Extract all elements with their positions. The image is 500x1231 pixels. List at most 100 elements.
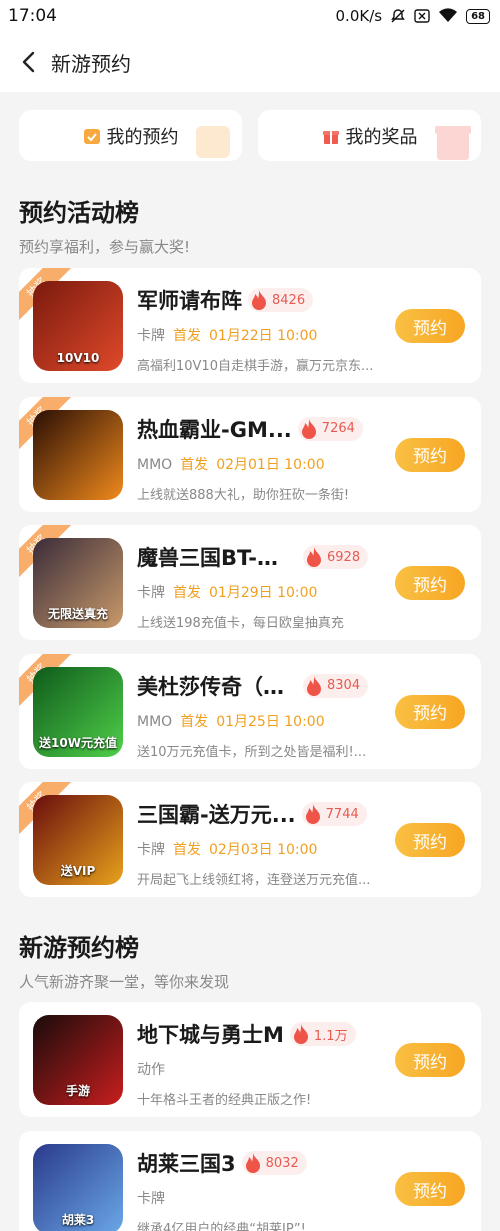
game-icon-label: 10V10 xyxy=(56,351,100,365)
game-name: 热血霸业-GM... xyxy=(137,417,292,442)
page-title: 新游预约 xyxy=(51,51,131,76)
hot-badge: 7744 xyxy=(301,802,367,826)
calendar-decoration-icon xyxy=(192,118,236,161)
flame-icon xyxy=(305,546,323,568)
launch-date: 01月29日 10:00 xyxy=(209,585,318,601)
game-category: 卡牌 xyxy=(137,842,165,858)
activity-subtitle: 预约享福利，参与赢大奖! xyxy=(19,238,191,256)
game-category: 卡牌 xyxy=(137,585,165,601)
launch-date: 02月03日 10:00 xyxy=(209,842,318,858)
game-name: 军师请布阵 xyxy=(137,289,242,313)
reserve-button[interactable]: 预约 xyxy=(395,823,465,857)
game-card: 抽奖送VIP三国霸-送万元...7744卡牌首发02月03日 10:00开局起飞… xyxy=(19,782,481,897)
first-launch-label: 首发 xyxy=(180,713,209,730)
activity-header: 预约活动榜 预约享福利，参与赢大奖! xyxy=(0,193,500,257)
flame-icon xyxy=(250,289,268,311)
hot-count: 8426 xyxy=(272,292,306,308)
reserve-button[interactable]: 预约 xyxy=(395,1172,465,1206)
hot-badge: 8032 xyxy=(241,1151,307,1175)
game-icon[interactable]: 手游 xyxy=(33,1015,123,1105)
name-row: 地下城与勇士M 1.1万 xyxy=(137,1019,381,1049)
mute-icon xyxy=(390,8,406,24)
first-launch-label: 首发 xyxy=(173,842,201,858)
game-name: 三国霸-送万元... xyxy=(137,803,296,827)
name-row: 热血霸业-GM... 7264 xyxy=(137,414,381,444)
hot-badge: 8426 xyxy=(248,288,314,312)
status-time: 17:04 xyxy=(8,6,57,26)
hot-count: 1.1万 xyxy=(313,1028,348,1044)
my-reservations-label: 我的预约 xyxy=(106,126,179,148)
reserve-button[interactable]: 预约 xyxy=(395,566,465,600)
status-icons: 0.0K/s 68 xyxy=(336,7,490,25)
nav-bar: 新游预约 xyxy=(0,32,500,92)
game-description: 十年格斗王者的经典正版之作! xyxy=(137,1093,312,1108)
hot-count: 6928 xyxy=(327,549,361,565)
reserve-button[interactable]: 预约 xyxy=(395,694,465,729)
game-info: 军师请布阵 8426 卡牌 首发 01月22日 10:00 高福利10V10自走棋手游，赢… xyxy=(137,285,381,374)
game-category: 卡牌 xyxy=(137,1191,165,1207)
my-prizes-label: 我的奖品 xyxy=(345,126,418,148)
game-name: 地下城与勇士M xyxy=(137,1023,284,1047)
launch-date: 01月25日 10:00 xyxy=(216,713,325,730)
hot-count: 7264 xyxy=(321,421,355,436)
launch-date: 02月01日 10:00 xyxy=(216,456,325,473)
new-games-title: 新游预约榜 xyxy=(19,934,139,962)
hot-count: 8304 xyxy=(327,678,361,693)
wifi-icon xyxy=(438,8,458,24)
new-games-header: 新游预约榜 人气新游齐聚一堂，等你来发现 xyxy=(0,928,500,992)
name-row: 军师请布阵 8426 xyxy=(137,285,381,315)
game-name: 美杜莎传奇（█... xyxy=(137,674,297,699)
game-card: 手游 地下城与勇士M 1.1万动作十年格斗王者的经典正版之作! 预约 xyxy=(19,1002,481,1117)
game-icon[interactable]: 送10W元充值 xyxy=(33,666,123,757)
game-icon-label: 胡莱3 xyxy=(61,1213,95,1227)
meta-row: 卡牌 首发 01月29日 10:00 xyxy=(137,582,381,602)
first-launch-label: 首发 xyxy=(180,456,209,473)
game-description: 开局起飞上线领红将，连登送万元充值... xyxy=(137,873,371,888)
game-icon-label: 无限送真充 xyxy=(47,607,108,621)
flame-icon xyxy=(244,1152,262,1174)
reserve-button[interactable]: 预约 xyxy=(395,437,465,472)
game-description: 高福利10V10自走棋手游，赢万元京东... xyxy=(137,359,374,374)
meta-row: MMO 首发 01月25日 10:00 xyxy=(137,711,381,731)
game-icon[interactable]: 无限送真充 xyxy=(33,538,123,628)
game-description: 送10万元充值卡，所到之处皆是福利!... xyxy=(137,744,367,760)
reserve-button[interactable]: 预约 xyxy=(395,309,465,343)
meta-row: 卡牌 xyxy=(137,1188,381,1208)
calendar-check-icon xyxy=(83,127,101,145)
my-prizes-button[interactable]: 我的奖品 xyxy=(258,110,481,161)
game-icon[interactable] xyxy=(33,409,123,500)
game-card: 抽奖送10W元充值美杜莎传奇（█...8304MMO首发01月25日 10:00… xyxy=(19,653,481,769)
hot-badge: 7264 xyxy=(297,416,363,441)
flame-icon xyxy=(305,675,323,697)
game-icon[interactable]: 10V10 xyxy=(33,281,123,371)
my-reservations-button[interactable]: 我的预约 xyxy=(19,110,242,161)
flame-icon xyxy=(304,803,322,825)
hot-badge: 1.1万 xyxy=(289,1022,356,1046)
back-arrow-icon[interactable] xyxy=(14,48,42,76)
hot-badge: 8304 xyxy=(303,673,369,698)
name-row: 胡莱三国3 8032 xyxy=(137,1148,381,1178)
game-info: 地下城与勇士M 1.1万动作十年格斗王者的经典正版之作! xyxy=(137,1019,381,1108)
game-icon[interactable]: 胡莱3 xyxy=(33,1144,123,1231)
first-launch-label: 首发 xyxy=(173,585,201,601)
network-speed: 0.0K/s xyxy=(335,7,383,25)
launch-date: 01月22日 10:00 xyxy=(209,328,318,344)
meta-row: 卡牌 首发 02月03日 10:00 xyxy=(137,839,381,859)
game-icon[interactable]: 送VIP xyxy=(33,795,123,885)
meta-row: 动作 xyxy=(137,1059,381,1079)
flame-icon xyxy=(292,1023,310,1045)
game-info: 三国霸-送万元... 7744 卡牌 首发 02月03日 10:00 开局起飞上线领红将，… xyxy=(137,799,381,888)
game-card: 抽奖无限送真充魔兽三国BT-无...6928卡牌首发01月29日 10:00上线… xyxy=(19,525,481,640)
name-row: 美杜莎传奇（█... 8304 xyxy=(137,671,381,701)
top-buttons: 我的预约 我的奖品 xyxy=(0,92,500,161)
flame-icon xyxy=(300,418,318,440)
meta-row: MMO 首发 02月01日 10:00 xyxy=(137,454,381,474)
reserve-button[interactable]: 预约 xyxy=(395,1043,465,1077)
game-category: 卡牌 xyxy=(137,328,165,344)
battery-icon: 68 xyxy=(466,8,490,24)
hot-count: 7744 xyxy=(325,806,359,822)
hot-badge: 6928 xyxy=(303,545,369,569)
activity-title: 预约活动榜 xyxy=(19,199,139,227)
name-row: 魔兽三国BT-无... 6928 xyxy=(137,542,381,572)
game-info: 热血霸业-GM... 7264 MMO 首发 02月01日 10:00 上线就送888大礼… xyxy=(137,414,381,503)
